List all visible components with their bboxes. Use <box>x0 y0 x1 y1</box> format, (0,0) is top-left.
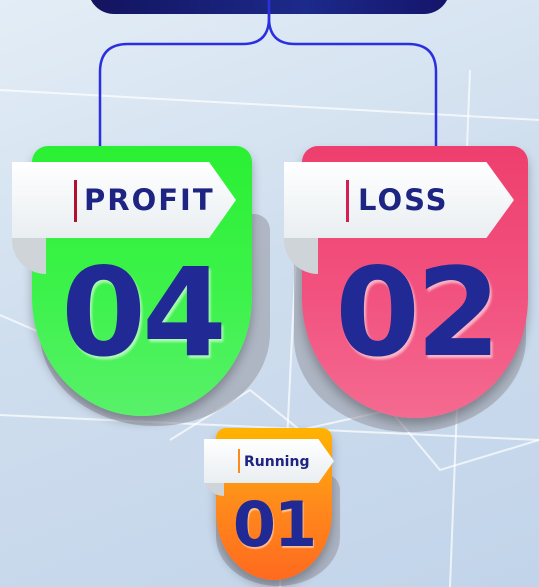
loss-accent-mark <box>346 180 349 222</box>
running-accent-mark <box>238 449 240 473</box>
loss-label: LOSS <box>358 183 449 217</box>
profit-label: PROFIT <box>84 183 215 217</box>
running-count: 01 <box>232 488 317 561</box>
profit-count: 04 <box>61 242 227 384</box>
profit-accent-mark <box>74 180 77 222</box>
running-label: Running <box>244 454 310 470</box>
loss-count: 02 <box>335 242 501 384</box>
